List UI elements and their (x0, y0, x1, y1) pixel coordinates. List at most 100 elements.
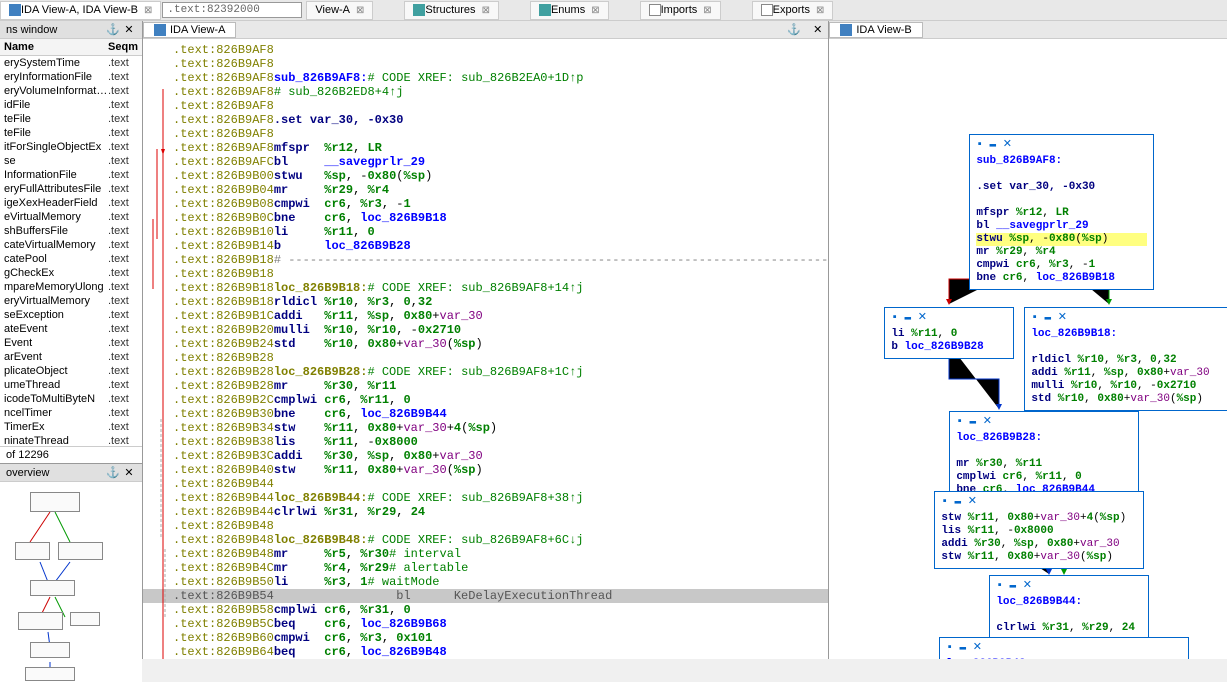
disasm-line[interactable]: .text:826B9B18 loc_826B9B18: # CODE XREF… (143, 281, 828, 295)
overview-graph[interactable] (0, 482, 142, 682)
names-row[interactable]: TimerEx.text (0, 420, 142, 434)
disasm-line[interactable]: .text:826B9B58 cmplwi cr6, %r31, 0 (143, 603, 828, 617)
names-row[interactable]: eryFullAttributesFile.text (0, 182, 142, 196)
pin-icon[interactable]: ⚓ (106, 23, 120, 37)
names-row[interactable]: eryInformationFile.text (0, 70, 142, 84)
graph-node[interactable]: ▪ ▬ ✕loc_826B9B28: mr %r30, %r11cmplwi c… (949, 411, 1139, 502)
disasm-line[interactable]: .text:826B9B4C mr %r4, %r29 # alertable (143, 561, 828, 575)
disasm-line[interactable]: .text:826B9B28 loc_826B9B28: # CODE XREF… (143, 365, 828, 379)
names-row[interactable]: mpareMemoryUlong.text (0, 280, 142, 294)
names-row[interactable]: arEvent.text (0, 350, 142, 364)
disasm-line[interactable]: .text:826B9B64 beq cr6, loc_826B9B48 (143, 645, 828, 659)
names-list[interactable]: erySystemTime.texteryInformationFile.tex… (0, 56, 142, 446)
disasm-line[interactable]: .text:826B9B44 clrlwi %r31, %r29, 24 (143, 505, 828, 519)
disasm-line[interactable]: .text:826B9B30 bne cr6, loc_826B9B44 (143, 407, 828, 421)
names-row[interactable]: teFile.text (0, 126, 142, 140)
graph-node-entry[interactable]: ▪ ▬ ✕sub_826B9AF8: .set var_30, -0x30 mf… (969, 134, 1154, 290)
graph-node[interactable]: ▪ ▬ ✕loc_826B9B44: clrlwi %r31, %r29, 24 (989, 575, 1149, 640)
disasm-line[interactable]: .text:826B9B28 mr %r30, %r11 (143, 379, 828, 393)
disasm-line[interactable]: .text:826B9AF8 (143, 127, 828, 141)
disasm-line[interactable]: .text:826B9B18 (143, 267, 828, 281)
names-row[interactable]: icodeToMultiByteN.text (0, 392, 142, 406)
disasm-line[interactable]: .text:826B9B00 stwu %sp, -0x80(%sp) (143, 169, 828, 183)
disasm-line[interactable]: .text:826B9B20 mulli %r10, %r10, -0x2710 (143, 323, 828, 337)
disasm-line[interactable]: .text:826B9B34 stw %r11, 0x80+var_30+4(%… (143, 421, 828, 435)
close-icon[interactable]: ⊠ (816, 5, 824, 16)
names-row[interactable]: teFile.text (0, 112, 142, 126)
disasm-line[interactable]: .text:826B9B48 mr %r5, %r30 # interval (143, 547, 828, 561)
disasm-line[interactable]: .text:826B9B2C cmplwi cr6, %r11, 0 (143, 393, 828, 407)
names-row[interactable]: igeXexHeaderField.text (0, 196, 142, 210)
disasm-line[interactable]: .text:826B9B5C beq cr6, loc_826B9B68 (143, 617, 828, 631)
disasm-line[interactable]: .text:826B9B48 loc_826B9B48: # CODE XREF… (143, 533, 828, 547)
disasm-line[interactable]: .text:826B9AF8 sub_826B9AF8: # CODE XREF… (143, 71, 828, 85)
disasm-line[interactable]: .text:826B9AF8 (143, 99, 828, 113)
address-input[interactable] (162, 2, 302, 18)
tab-enums[interactable]: Enums ⊠ (530, 1, 609, 20)
names-row[interactable]: cateVirtualMemory.text (0, 238, 142, 252)
names-row[interactable]: eryVirtualMemory.text (0, 294, 142, 308)
disasm-line[interactable]: .text:826B9B10 li %r11, 0 (143, 225, 828, 239)
names-row[interactable]: eVirtualMemory.text (0, 210, 142, 224)
tab-ida-view-b[interactable]: IDA View-B (829, 22, 922, 38)
disasm-line[interactable]: .text:826B9AF8 (143, 57, 828, 71)
disasm-line[interactable]: .text:826B9B40 stw %r11, 0x80+var_30(%sp… (143, 463, 828, 477)
pin-icon[interactable]: ⚓ (106, 466, 120, 480)
tab-imports[interactable]: Imports ⊠ (640, 1, 721, 20)
close-icon[interactable]: ⊠ (703, 5, 711, 16)
disasm-line[interactable]: .text:826B9B50 li %r3, 1 # waitMode (143, 575, 828, 589)
disasm-line[interactable]: .text:826B9B38 lis %r11, -0x8000 (143, 435, 828, 449)
names-row[interactable]: catePool.text (0, 252, 142, 266)
col-name[interactable]: Name (4, 41, 102, 53)
disasm-line[interactable]: .text:826B9B3C addi %r30, %sp, 0x80+var_… (143, 449, 828, 463)
names-row[interactable]: idFile.text (0, 98, 142, 112)
names-row[interactable]: ninateThread.text (0, 434, 142, 446)
panel-pin-icon[interactable]: ⚓ (781, 23, 807, 36)
disasm-line[interactable]: .text:826B9AF8 mfspr %r12, LR (143, 141, 828, 155)
disasm-line[interactable]: .text:826B9B1C addi %r11, %sp, 0x80+var_… (143, 309, 828, 323)
names-row[interactable]: seException.text (0, 308, 142, 322)
disasm-line[interactable]: .text:826B9AFC bl __savegprlr_29 (143, 155, 828, 169)
disassembly-listing[interactable]: .text:826B9AF8 .text:826B9AF8 .text:826B… (143, 39, 828, 659)
names-row[interactable]: plicateObject.text (0, 364, 142, 378)
close-icon[interactable]: ⊠ (591, 5, 599, 16)
col-segment[interactable]: Seqm (102, 41, 138, 53)
names-row[interactable]: se.text (0, 154, 142, 168)
graph-node[interactable]: ▪ ▬ ✕loc_826B9B18: rldicl %r10, %r3, 0,3… (1024, 307, 1227, 411)
tab-exports[interactable]: Exports ⊠ (752, 1, 834, 20)
close-icon[interactable]: ⊠ (144, 5, 152, 16)
disasm-line[interactable]: .text:826B9B04 mr %r29, %r4 (143, 183, 828, 197)
disasm-line[interactable]: .text:826B9B08 cmpwi cr6, %r3, -1 (143, 197, 828, 211)
tab-view-a2[interactable]: View-A ⊠ (306, 1, 373, 20)
disasm-line[interactable]: .text:826B9AF8 # sub_826B2ED8+4↑j (143, 85, 828, 99)
names-row[interactable]: ncelTimer.text (0, 406, 142, 420)
tab-structures[interactable]: Structures ⊠ (404, 1, 499, 20)
disasm-line[interactable]: .text:826B9AF8 .set var_30, -0x30 (143, 113, 828, 127)
close-icon[interactable]: ✕ (122, 23, 136, 37)
disasm-line[interactable]: .text:826B9B0C bne cr6, loc_826B9B18 (143, 211, 828, 225)
graph-node[interactable]: ▪ ▬ ✕stw %r11, 0x80+var_30+4(%sp)lis %r1… (934, 491, 1144, 569)
names-row[interactable]: Event.text (0, 336, 142, 350)
graph-view[interactable]: ▪ ▬ ✕sub_826B9AF8: .set var_30, -0x30 mf… (829, 39, 1227, 659)
close-icon[interactable]: ⊠ (356, 5, 364, 16)
names-row[interactable]: InformationFile.text (0, 168, 142, 182)
graph-node[interactable]: ▪ ▬ ✕li %r11, 0b loc_826B9B28 (884, 307, 1014, 359)
names-row[interactable]: umeThread.text (0, 378, 142, 392)
tab-combined-views[interactable]: IDA View-A, IDA View-B ⊠ (0, 1, 161, 20)
names-row[interactable]: shBuffersFile.text (0, 224, 142, 238)
close-icon[interactable]: ✕ (122, 466, 136, 480)
names-row[interactable]: gCheckEx.text (0, 266, 142, 280)
disasm-line[interactable]: .text:826B9B44 (143, 477, 828, 491)
disasm-line[interactable]: .text:826B9B60 cmpwi cr6, %r3, 0x101 (143, 631, 828, 645)
names-row[interactable]: erySystemTime.text (0, 56, 142, 70)
disasm-line[interactable]: .text:826B9B24 std %r10, 0x80+var_30(%sp… (143, 337, 828, 351)
disasm-line[interactable]: .text:826B9B14 b loc_826B9B28 (143, 239, 828, 253)
disasm-line[interactable]: .text:826B9B28 (143, 351, 828, 365)
disasm-line[interactable]: .text:826B9B54 bl KeDelayExecutionThread (143, 589, 828, 603)
disasm-line[interactable]: .text:826B9B48 (143, 519, 828, 533)
tab-ida-view-a[interactable]: IDA View-A (143, 22, 236, 38)
names-row[interactable]: itForSingleObjectEx.text (0, 140, 142, 154)
disasm-line[interactable]: .text:826B9B44 loc_826B9B44: # CODE XREF… (143, 491, 828, 505)
panel-close-icon[interactable]: ✕ (807, 23, 828, 36)
disasm-line[interactable]: .text:826B9AF8 (143, 43, 828, 57)
